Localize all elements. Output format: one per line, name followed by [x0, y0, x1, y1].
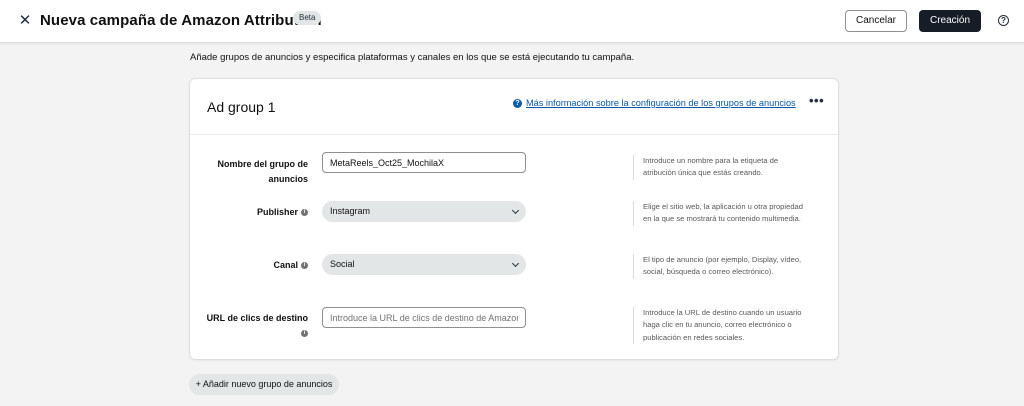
- publisher-label-text: Publisher: [256, 207, 298, 217]
- close-icon[interactable]: ✕: [16, 11, 34, 31]
- channel-select-value: Social: [330, 259, 355, 269]
- more-options-icon[interactable]: •••: [809, 94, 824, 107]
- top-bar: ✕ Nueva campaña de Amazon Attribution Be…: [0, 0, 1024, 43]
- ad-group-name-label: Nombre del grupo de anuncios: [217, 157, 308, 187]
- click-url-label: URL de clics de destino i: [207, 311, 308, 341]
- publisher-help: Elige el sitio web, la aplicación u otra…: [633, 201, 813, 226]
- ad-group-title: Ad group 1: [207, 99, 276, 115]
- chevron-down-icon: [511, 206, 520, 215]
- channel-label: Canal i: [273, 258, 308, 273]
- channel-label-text: Canal: [273, 260, 298, 270]
- channel-help: El tipo de anuncio (por ejemplo, Display…: [633, 254, 813, 279]
- beta-badge: Beta: [293, 11, 322, 25]
- add-ad-group-button[interactable]: + Añadir nuevo grupo de anuncios: [189, 374, 339, 395]
- info-icon[interactable]: i: [301, 330, 308, 338]
- info-icon[interactable]: i: [301, 209, 308, 217]
- info-icon[interactable]: i: [301, 262, 308, 270]
- publisher-label: Publisher i: [257, 205, 308, 220]
- ad-group-name-input[interactable]: [322, 152, 526, 173]
- ad-group-info-link[interactable]: Más información sobre la configuración d…: [526, 98, 796, 108]
- ad-group-card: Ad group 1 ? Más información sobre la co…: [189, 78, 839, 360]
- ad-group-header: Ad group 1 ? Más información sobre la co…: [190, 79, 838, 135]
- cancel-button[interactable]: Cancelar: [845, 10, 907, 32]
- click-url-label-text: URL de clics de destino: [206, 313, 308, 323]
- ad-group-name-help: Introduce un nombre para la etiqueta de …: [633, 155, 813, 180]
- ad-group-name-label-line1: Nombre del grupo de: [217, 159, 308, 169]
- intro-text: Añade grupos de anuncios y especifica pl…: [190, 52, 635, 63]
- publisher-select[interactable]: Instagram: [322, 201, 526, 222]
- click-url-input[interactable]: [322, 307, 526, 328]
- create-button[interactable]: Creación: [919, 10, 981, 32]
- click-url-help: Introduce la URL de destino cuando un us…: [633, 307, 813, 344]
- channel-select[interactable]: Social: [322, 254, 526, 275]
- chevron-down-icon: [511, 259, 520, 268]
- ad-group-name-label-line2: anuncios: [268, 174, 308, 184]
- help-icon[interactable]: ?: [998, 15, 1009, 26]
- publisher-select-value: Instagram: [330, 206, 371, 216]
- question-circle-icon[interactable]: ?: [513, 99, 522, 108]
- page-title: Nueva campaña de Amazon Attribution: [40, 12, 322, 29]
